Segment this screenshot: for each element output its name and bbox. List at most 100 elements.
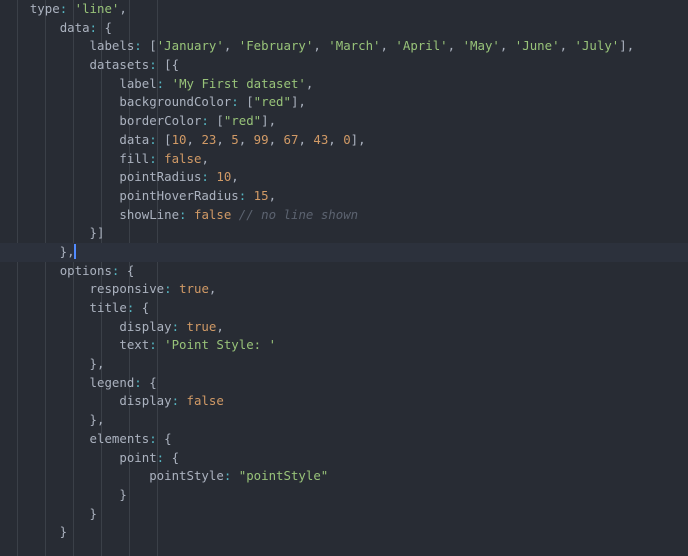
code-token: ], (619, 38, 635, 54)
code-token: 10 (171, 131, 187, 147)
code-line[interactable]: display: true, (0, 318, 688, 337)
code-token: , (559, 38, 575, 54)
code-token: , (231, 169, 239, 185)
code-token: , (268, 187, 277, 203)
code-token: }, (0, 412, 105, 428)
code-line[interactable]: type: 'line', (0, 0, 688, 19)
code-token: , (223, 38, 239, 54)
code-token: { (141, 374, 157, 390)
code-lines-container[interactable]: type: 'line', data: { labels: ['January'… (0, 0, 688, 542)
code-token: , (298, 131, 314, 147)
code-token: } (0, 524, 68, 540)
code-token: } (0, 505, 97, 521)
code-token: datasets (89, 57, 150, 73)
code-token: 15 (253, 187, 269, 203)
code-token: : (201, 113, 209, 129)
code-line[interactable]: text: 'Point Style: ' (0, 336, 688, 355)
code-token: point (119, 449, 157, 465)
code-token: 10 (216, 169, 232, 185)
code-line[interactable]: responsive: true, (0, 280, 688, 299)
code-token: title (89, 300, 127, 315)
code-token: fill (119, 150, 150, 166)
code-token: 'line' (74, 1, 120, 16)
code-token: , (447, 38, 463, 54)
code-token: text (119, 337, 150, 353)
code-line[interactable]: display: false (0, 392, 688, 411)
code-line[interactable]: }, (0, 355, 688, 374)
code-token: data (119, 131, 150, 147)
code-line[interactable]: }, (0, 411, 688, 430)
code-line[interactable]: }] (0, 224, 688, 243)
code-token: , (216, 318, 224, 334)
code-token: true (179, 281, 209, 297)
code-token: [ (238, 94, 254, 110)
code-line[interactable]: } (0, 505, 688, 524)
code-line[interactable]: elements: { (0, 430, 688, 449)
code-token: : (149, 131, 157, 147)
code-token: showLine (119, 206, 180, 222)
code-token: "red" (223, 113, 262, 129)
code-token: }] (0, 225, 105, 241)
code-line[interactable]: } (0, 486, 688, 505)
code-token: 'January' (156, 38, 224, 54)
code-token: , (499, 38, 515, 54)
code-line[interactable]: data: { (0, 19, 688, 38)
code-token: 67 (283, 131, 299, 147)
code-line[interactable]: data: [10, 23, 5, 99, 67, 43, 0], (0, 131, 688, 150)
code-line[interactable]: pointHoverRadius: 15, (0, 187, 688, 206)
code-token: display (119, 318, 172, 334)
code-token: 'Point Style: ' (164, 337, 277, 353)
code-token: : (134, 374, 142, 390)
code-token: { (156, 430, 172, 446)
code-token: [{ (156, 57, 180, 73)
code-token: , (305, 75, 314, 91)
code-line[interactable]: }, (0, 242, 688, 262)
code-token: 'March' (328, 38, 381, 54)
code-line[interactable]: backgroundColor: ["red"], (0, 93, 688, 112)
code-line[interactable]: } (0, 523, 688, 542)
code-line[interactable]: showLine: false // no line shown (0, 206, 688, 225)
code-token: elements (89, 430, 150, 446)
code-token: legend (89, 374, 135, 390)
code-token: data (59, 19, 90, 35)
code-line[interactable]: legend: { (0, 374, 688, 393)
code-line[interactable]: label: 'My First dataset', (0, 75, 688, 94)
code-token: [ (156, 131, 172, 147)
code-token: { (97, 19, 112, 35)
code-token: [ (208, 113, 224, 129)
code-token: , (328, 131, 344, 147)
code-editor[interactable]: type: 'line', data: { labels: ['January'… (0, 0, 688, 556)
code-token: 'July' (574, 38, 620, 54)
code-line[interactable]: pointStyle: "pointStyle" (0, 467, 688, 486)
code-token: "pointStyle" (238, 468, 329, 484)
code-token: false (193, 206, 232, 222)
code-line[interactable]: options: { (0, 262, 688, 281)
code-token: : (134, 38, 142, 54)
code-line[interactable]: labels: ['January', 'February', 'March',… (0, 37, 688, 56)
code-token: pointRadius (119, 169, 202, 185)
code-line[interactable]: pointRadius: 10, (0, 168, 688, 187)
code-token: , (216, 131, 232, 147)
code-line[interactable]: title: { (0, 299, 688, 318)
code-token: 5 (231, 131, 239, 147)
code-line[interactable]: borderColor: ["red"], (0, 112, 688, 131)
code-token: : (231, 94, 239, 110)
code-token: , (380, 38, 396, 54)
code-token: : (171, 318, 180, 334)
code-line[interactable]: point: { (0, 449, 688, 468)
code-line[interactable]: datasets: [{ (0, 56, 688, 75)
code-token: : (149, 337, 157, 353)
text-cursor (73, 243, 76, 259)
code-line[interactable]: fill: false, (0, 150, 688, 169)
